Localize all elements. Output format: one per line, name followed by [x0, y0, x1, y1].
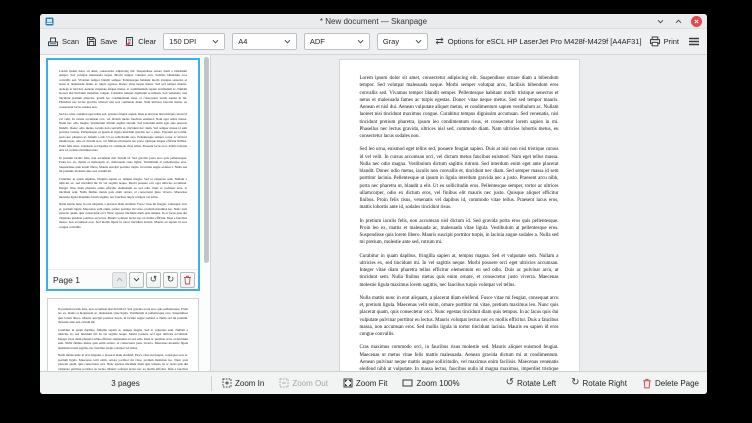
- color-mode-combobox[interactable]: Gray: [376, 33, 429, 50]
- rotate-page-left-button[interactable]: ↺: [146, 271, 161, 288]
- scanner-icon: [47, 36, 59, 48]
- titlebar: * New document — Skanpage: [40, 14, 707, 29]
- scan-button[interactable]: Scan: [47, 36, 79, 48]
- document-page: Lorem ipsum dolor sit amet, consectetur …: [338, 59, 580, 371]
- rotate-right-button[interactable]: ↻ Rotate Right: [571, 378, 627, 388]
- rotate-left-icon: ↺: [149, 274, 158, 284]
- save-disk-icon: [86, 36, 97, 47]
- page-1-thumbnail-image: Lorem ipsum dolor sit amet, consectetur …: [48, 60, 198, 269]
- toolbar: Scan Save Clear 150 DPI A4 ADF Gray ⇄ Op…: [40, 29, 707, 55]
- trash-icon: [183, 275, 192, 285]
- rotate-page-right-button[interactable]: ↻: [163, 271, 178, 288]
- document-preview-area: Lorem ipsum dolor sit amet, consectetur …: [211, 55, 707, 371]
- move-page-up-button: [112, 271, 127, 288]
- trash-icon: [642, 378, 652, 389]
- delete-page-thumb-button[interactable]: [180, 271, 195, 288]
- thumbnails-scrollbar[interactable]: [204, 57, 209, 369]
- skanpage-app-icon: [45, 17, 54, 26]
- zoom-100-button[interactable]: Zoom 100%: [402, 378, 460, 388]
- scrollbar-thumb[interactable]: [204, 57, 209, 263]
- adjust-arrows-icon: ⇄: [435, 35, 444, 47]
- zoom-out-icon: [279, 378, 289, 388]
- clear-document-icon: [124, 36, 135, 47]
- zoom-out-button: Zoom Out: [279, 378, 328, 388]
- pages-count: 3 pages: [111, 378, 140, 388]
- print-button[interactable]: Print: [649, 36, 679, 47]
- printer-icon: [649, 36, 661, 47]
- page-1-thumbnail-selected[interactable]: Lorem ipsum dolor sit amet, consectetur …: [46, 58, 200, 291]
- zoom-fit-icon: [343, 378, 353, 388]
- source-combobox[interactable]: ADF: [303, 33, 370, 50]
- hamburger-menu-button[interactable]: [688, 37, 700, 46]
- content-area: Lorem ipsum dolor sit amet, consectetur …: [40, 55, 707, 371]
- rotate-right-icon: ↻: [571, 377, 580, 388]
- chevron-down-icon: [284, 39, 291, 44]
- delete-page-button[interactable]: Delete Page: [642, 378, 699, 389]
- close-button[interactable]: [691, 15, 702, 27]
- zoom-in-icon: [222, 378, 232, 388]
- statusbar: 3 pages Zoom In Zoom Out Zoom Fit Zoom 1…: [40, 371, 707, 394]
- maximize-button[interactable]: [673, 16, 684, 27]
- chevron-down-icon: [212, 39, 219, 44]
- skanpage-window: * New document — Skanpage Scan Save Clea…: [40, 14, 707, 394]
- minimize-button[interactable]: [655, 16, 666, 27]
- chevron-down-icon: [357, 39, 364, 44]
- zoom-100-icon: [402, 378, 413, 388]
- save-button[interactable]: Save: [86, 36, 117, 47]
- rotate-left-button[interactable]: ↺ Rotate Left: [506, 378, 557, 388]
- zoom-fit-button[interactable]: Zoom Fit: [343, 378, 387, 388]
- resolution-combobox[interactable]: 150 DPI: [163, 33, 226, 50]
- clear-button[interactable]: Clear: [124, 36, 156, 47]
- move-page-down-button[interactable]: [129, 271, 144, 288]
- paper-size-combobox[interactable]: A4: [232, 33, 297, 50]
- zoom-in-button[interactable]: Zoom In: [222, 378, 264, 388]
- window-title: * New document — Skanpage: [319, 16, 428, 26]
- scanner-options-button[interactable]: ⇄ Options for eSCL HP LaserJet Pro M428f…: [435, 35, 641, 47]
- page-2-thumbnail[interactable]: In pretium iaculis felis, non accumsan n…: [47, 298, 199, 371]
- rotate-right-icon: ↻: [166, 274, 175, 284]
- rotate-left-icon: ↺: [505, 377, 514, 388]
- chevron-down-icon: [415, 39, 422, 44]
- page-label: Page 1: [53, 274, 80, 285]
- page-1-controls: Page 1 ↺ ↻: [48, 269, 198, 289]
- thumbnails-panel: Lorem ipsum dolor sit amet, consectetur …: [40, 55, 211, 371]
